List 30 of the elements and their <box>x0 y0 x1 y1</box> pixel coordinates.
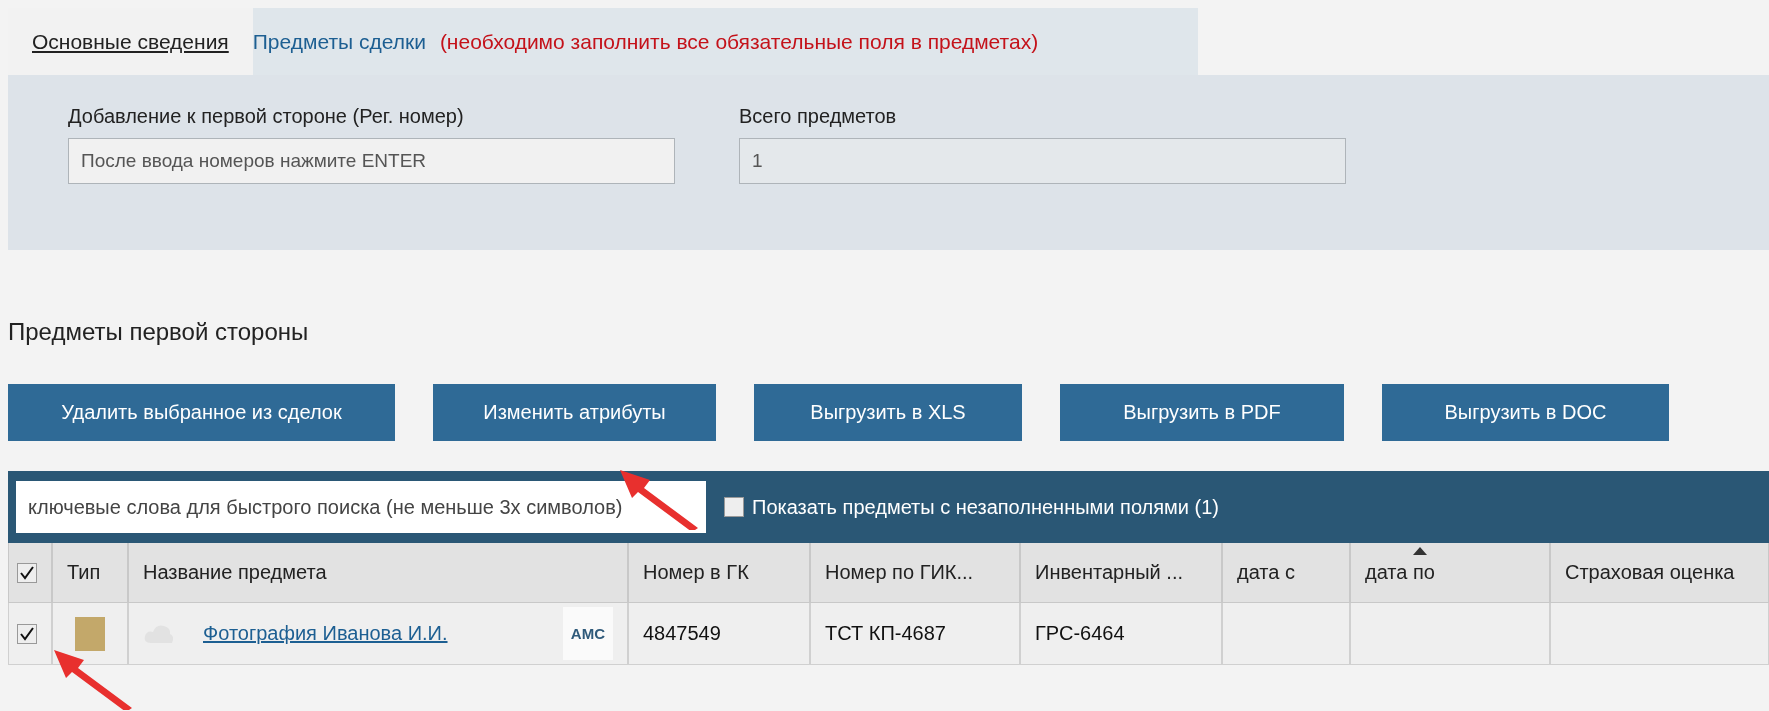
search-field[interactable]: ключевые слова для быстрого поиска (не меньше 3х символов) <box>16 481 706 533</box>
column-header[interactable]: дата по <box>1350 543 1550 603</box>
table-cell: 4847549 <box>628 603 810 665</box>
arrow-icon <box>620 470 700 530</box>
field-label: Добавление к первой стороне (Рег. номер) <box>68 105 465 128</box>
row-checkbox[interactable] <box>17 623 37 644</box>
action-button[interactable]: Изменить атрибуты <box>433 384 716 441</box>
column-header[interactable]: Страховая оценка <box>1550 543 1769 603</box>
arrow-icon <box>54 650 134 710</box>
column-header[interactable]: дата с <box>1222 543 1350 603</box>
table-cell: ГРС-6464 <box>1020 603 1222 665</box>
action-button[interactable]: Выгрузить в DOC <box>1382 384 1669 441</box>
column-header[interactable]: Номер в ГК <box>628 543 810 603</box>
section-title: Предметы первой стороны <box>8 318 310 347</box>
column-header[interactable]: Название предмета <box>128 543 628 603</box>
column-header[interactable]: Тип <box>52 543 128 603</box>
checkbox[interactable] <box>724 497 744 517</box>
column-header[interactable]: Номер по ГИК... <box>810 543 1020 603</box>
item-tag: АМС <box>562 607 613 660</box>
select-all-checkbox[interactable] <box>17 562 37 583</box>
column-header[interactable]: Инвентарный ... <box>1020 543 1222 603</box>
tab[interactable]: Предметы сделки <box>252 8 440 75</box>
field-label: Всего предметов <box>739 105 898 128</box>
table-cell: ТСТ КП-4687 <box>810 603 1020 665</box>
input-field[interactable]: После ввода номеров нажмите ENTER <box>68 138 675 184</box>
action-button[interactable]: Выгрузить в XLS <box>754 384 1022 441</box>
warning-text: (необходимо заполнить все обязательные поля в предметах) <box>439 29 1039 54</box>
action-button[interactable]: Удалить выбранное из сделок <box>8 384 395 441</box>
action-button[interactable]: Выгрузить в PDF <box>1060 384 1344 441</box>
item-link[interactable]: Фотография Иванова И.И. <box>203 622 448 645</box>
